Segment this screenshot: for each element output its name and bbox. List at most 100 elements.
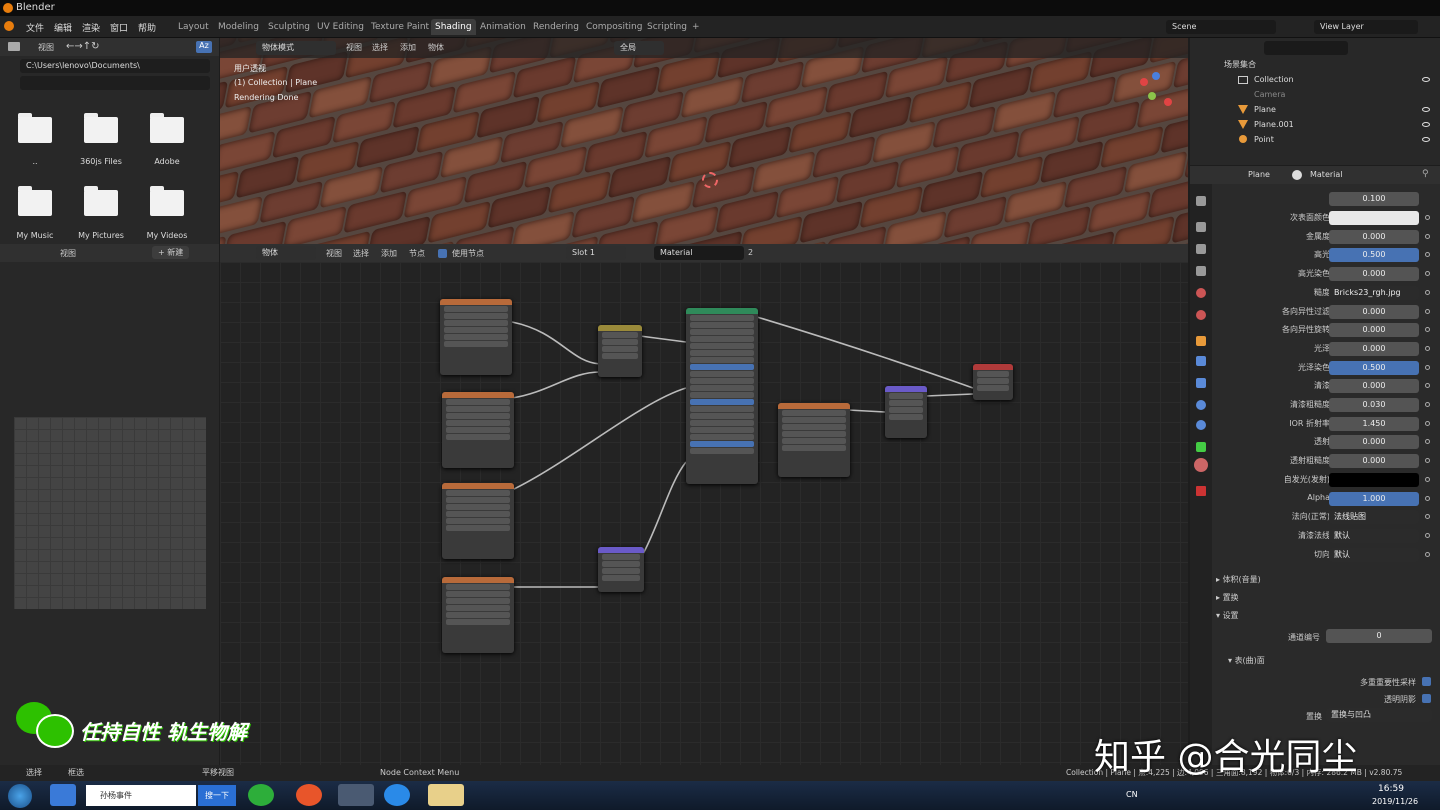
section-displacement[interactable]: ▸ 置换	[1216, 592, 1239, 603]
taskbar-search-button[interactable]: 搜一下	[198, 785, 236, 806]
menu-edit[interactable]: 编辑	[54, 21, 72, 34]
ime-indicator[interactable]: CN	[1126, 790, 1138, 799]
visibility-eye-icon[interactable]	[1422, 137, 1430, 142]
physics-tab-icon[interactable]	[1196, 400, 1206, 410]
tab-texture-paint[interactable]: Texture Paint	[367, 19, 433, 35]
tab-animation[interactable]: Animation	[476, 19, 530, 35]
property-value-field[interactable]: 默认	[1329, 528, 1419, 543]
viewport-menu-add[interactable]: 添加	[400, 42, 416, 53]
socket-dot-icon[interactable]	[1425, 215, 1430, 220]
property-value-field[interactable]: 0.000	[1329, 267, 1419, 282]
property-value-field[interactable]: 0.000	[1329, 229, 1419, 244]
clock-date[interactable]: 2019/11/26	[1372, 797, 1418, 806]
blender-menu-icon[interactable]	[4, 21, 14, 31]
displacement-method-select[interactable]: 置换与凹凸	[1326, 708, 1432, 722]
use-nodes-checkbox[interactable]	[438, 249, 447, 258]
material-name-field[interactable]: Material	[654, 246, 744, 260]
file-explorer-icon[interactable]	[428, 784, 464, 806]
image-texture-node[interactable]	[442, 483, 514, 559]
socket-dot-icon[interactable]	[1425, 532, 1430, 538]
menu-file[interactable]: 文件	[26, 21, 44, 34]
material-users-count[interactable]: 2	[748, 248, 753, 257]
scene-collection-row[interactable]: 场景集合	[1190, 57, 1440, 72]
property-value-field[interactable]: 0.000	[1329, 341, 1419, 356]
object-tab-icon[interactable]	[1196, 336, 1206, 346]
folder-icon[interactable]	[150, 186, 184, 216]
transform-orientation[interactable]: 全局	[614, 41, 664, 55]
particles-tab-icon[interactable]	[1196, 378, 1206, 388]
world-tab-icon[interactable]	[1196, 310, 1206, 320]
section-volume[interactable]: ▸ 体积(音量)	[1216, 574, 1261, 585]
green-app-icon[interactable]	[248, 784, 274, 806]
taskbar-search-input[interactable]: 孙杨事件	[86, 785, 196, 806]
start-button-icon[interactable]	[8, 784, 32, 808]
socket-dot-icon[interactable]	[1425, 308, 1430, 314]
navigation-gizmo[interactable]	[1128, 70, 1178, 120]
tab-shading[interactable]: Shading	[431, 19, 476, 35]
properties-material-name[interactable]: Material	[1310, 170, 1343, 179]
property-value-field[interactable]: 0.000	[1329, 379, 1419, 394]
clock-time[interactable]: 16:59	[1378, 784, 1404, 794]
path-field[interactable]: C:\Users\lenovo\Documents\	[20, 59, 210, 73]
node-menu-node[interactable]: 节点	[409, 248, 425, 259]
viewport-menu-select[interactable]: 选择	[372, 42, 388, 53]
property-value-field[interactable]: 0.000	[1329, 304, 1419, 319]
socket-dot-icon[interactable]	[1425, 495, 1430, 501]
pass-index-field[interactable]: 0	[1326, 629, 1432, 643]
tab-sculpting[interactable]: Sculpting	[264, 19, 314, 35]
property-value-field[interactable]: Bricks23_rgh.jpg	[1329, 285, 1419, 300]
nav-arrows-icon[interactable]: ←→↑↻	[66, 41, 100, 52]
normal-map-node[interactable]	[598, 547, 644, 592]
tab-compositing[interactable]: Compositing	[582, 19, 646, 35]
property-value-field[interactable]: 0.500	[1329, 360, 1419, 375]
tool-tab-icon[interactable]	[1196, 196, 1206, 206]
tab-uv-editing[interactable]: UV Editing	[313, 19, 368, 35]
socket-dot-icon[interactable]	[1425, 514, 1430, 520]
parent-folder-icon[interactable]	[18, 113, 52, 143]
socket-dot-icon[interactable]	[1425, 551, 1430, 557]
viewport-menu-object[interactable]: 物体	[428, 42, 444, 53]
socket-dot-icon[interactable]	[1425, 345, 1430, 351]
socket-dot-icon[interactable]	[1425, 383, 1430, 389]
properties-object-name[interactable]: Plane	[1248, 170, 1270, 179]
menu-render[interactable]: 渲染	[82, 21, 100, 34]
outliner-item-point[interactable]: Point	[1190, 132, 1440, 147]
node-menu-select[interactable]: 选择	[353, 248, 369, 259]
displacement-node[interactable]	[885, 386, 927, 438]
tab-rendering[interactable]: Rendering	[529, 19, 583, 35]
render-tab-icon[interactable]	[1196, 222, 1206, 232]
filename-field[interactable]	[20, 76, 210, 90]
visibility-eye-icon[interactable]	[1422, 77, 1430, 82]
tab-modeling[interactable]: Modeling	[214, 19, 263, 35]
socket-dot-icon[interactable]	[1425, 271, 1430, 277]
image-texture-node[interactable]	[442, 577, 514, 653]
mode-selector[interactable]: 物体模式	[256, 41, 336, 55]
tab-scripting[interactable]: Scripting	[643, 19, 691, 35]
property-value-field[interactable]: 0.500	[1329, 248, 1419, 263]
constraints-tab-icon[interactable]	[1196, 420, 1206, 430]
scene-tab-icon[interactable]	[1196, 288, 1206, 298]
property-value-field[interactable]	[1329, 211, 1419, 225]
3d-viewport[interactable]: 物体模式 视图 选择 添加 物体 全局 用户透视 (1) Collection …	[220, 38, 1188, 244]
texture-tab-icon[interactable]	[1196, 486, 1206, 496]
outliner-item-plane001[interactable]: Plane.001	[1190, 117, 1440, 132]
pin-icon[interactable]: ⚲	[1422, 169, 1429, 179]
image-texture-node[interactable]	[778, 403, 850, 477]
node-menu-view[interactable]: 视图	[326, 248, 342, 259]
socket-dot-icon[interactable]	[1425, 402, 1430, 407]
socket-dot-icon[interactable]	[1425, 327, 1430, 333]
data-tab-icon[interactable]	[1196, 442, 1206, 452]
image-texture-node[interactable]	[440, 299, 512, 375]
socket-dot-icon[interactable]	[1425, 420, 1430, 426]
outliner-item-collection[interactable]: Collection	[1190, 72, 1440, 87]
sort-icon[interactable]: Az	[196, 41, 212, 53]
media-player-icon[interactable]	[296, 784, 322, 806]
multi-sample-checkbox[interactable]	[1422, 677, 1431, 686]
socket-dot-icon[interactable]	[1425, 439, 1430, 445]
viewport-menu-view[interactable]: 视图	[346, 42, 362, 53]
transparent-shadow-checkbox[interactable]	[1422, 694, 1431, 703]
view-layer-tab-icon[interactable]	[1196, 266, 1206, 276]
output-tab-icon[interactable]	[1196, 244, 1206, 254]
image-texture-node[interactable]	[442, 392, 514, 468]
property-value-field[interactable]: 0.000	[1329, 435, 1419, 450]
